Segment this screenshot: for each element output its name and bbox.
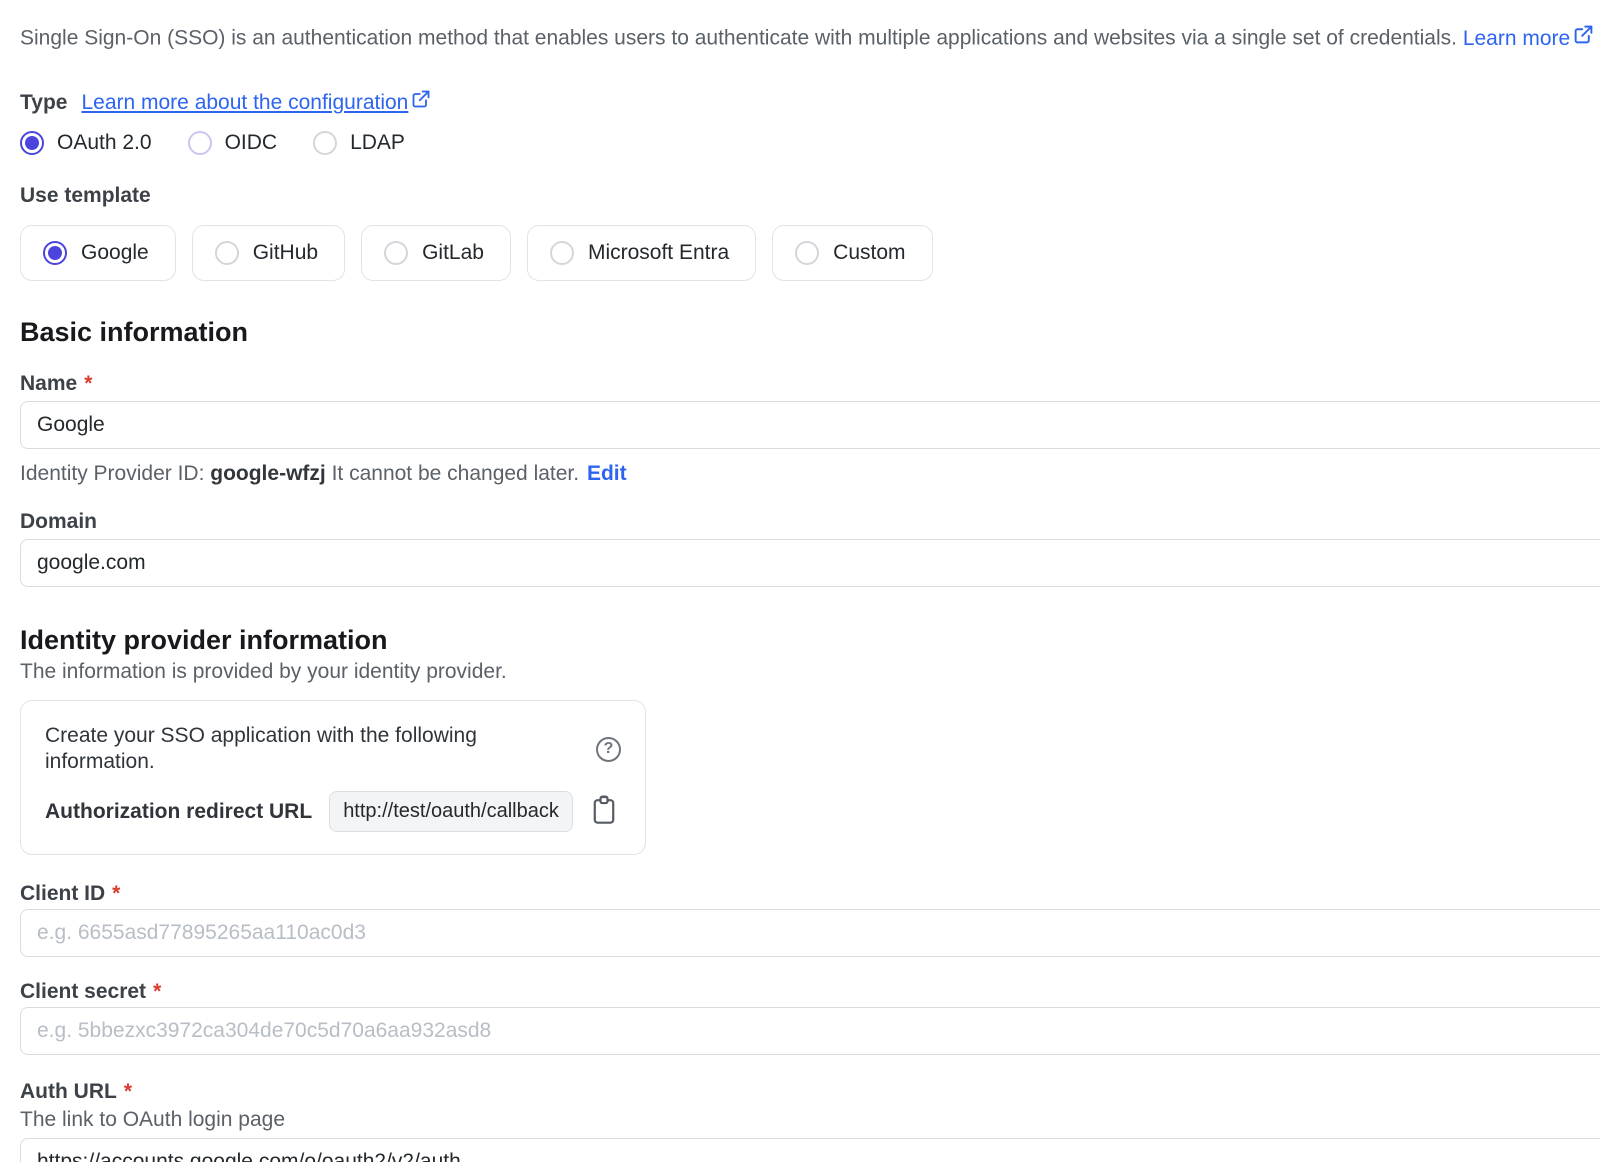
info-card-instruction-row: Create your SSO application with the fol… — [45, 723, 621, 775]
redirect-url-value[interactable]: http://test/oauth/callback — [329, 791, 573, 832]
clipboard-icon — [590, 795, 618, 828]
auth-url-label-text: Auth URL — [20, 1079, 117, 1105]
auth-url-input[interactable] — [20, 1138, 1600, 1162]
auth-url-helper: The link to OAuth login page — [20, 1107, 1600, 1133]
radio-label: LDAP — [350, 131, 405, 155]
idp-information-subtitle: The information is provided by your iden… — [20, 659, 1600, 685]
external-link-icon — [411, 89, 431, 117]
template-card-label: Microsoft Entra — [588, 241, 729, 265]
radio-unselected-icon — [215, 241, 239, 265]
identity-provider-id-line: Identity Provider ID: google-wfzj It can… — [20, 461, 1600, 487]
client-secret-input[interactable] — [20, 1007, 1600, 1055]
template-card-label: Google — [81, 241, 149, 265]
info-card-instruction: Create your SSO application with the fol… — [45, 723, 584, 775]
client-id-label-text: Client ID — [20, 881, 105, 907]
radio-option-oauth2[interactable]: OAuth 2.0 — [20, 131, 152, 155]
radio-selected-icon[interactable] — [20, 131, 44, 155]
radio-option-ldap[interactable]: LDAP — [313, 131, 405, 155]
required-asterisk: * — [84, 371, 92, 397]
template-card-github[interactable]: GitHub — [192, 225, 345, 281]
sso-description: Single Sign-On (SSO) is an authenticatio… — [20, 24, 1600, 53]
radio-unselected-icon[interactable] — [313, 131, 337, 155]
name-label-text: Name — [20, 371, 77, 397]
sso-description-text: Single Sign-On (SSO) is an authenticatio… — [20, 27, 1457, 50]
redirect-url-row: Authorization redirect URL http://test/o… — [45, 791, 621, 832]
required-asterisk: * — [124, 1079, 132, 1105]
idp-id-suffix: It cannot be changed later. — [332, 462, 580, 485]
redirect-url-label: Authorization redirect URL — [45, 800, 312, 824]
template-card-label: Custom — [833, 241, 905, 265]
learn-more-link[interactable]: Learn more — [1463, 24, 1594, 53]
required-asterisk: * — [153, 979, 161, 1005]
template-card-label: GitHub — [253, 241, 318, 265]
use-template-label: Use template — [20, 183, 1600, 209]
client-secret-label-text: Client secret — [20, 979, 146, 1005]
type-label: Type — [20, 90, 67, 116]
radio-option-oidc[interactable]: OIDC — [188, 131, 278, 155]
radio-unselected-icon[interactable] — [188, 131, 212, 155]
client-id-input[interactable] — [20, 909, 1600, 957]
domain-label: Domain — [20, 509, 1600, 535]
help-icon[interactable]: ? — [596, 737, 621, 762]
template-card-gitlab[interactable]: GitLab — [361, 225, 511, 281]
radio-unselected-icon — [384, 241, 408, 265]
template-card-custom[interactable]: Custom — [772, 225, 932, 281]
radio-selected-icon — [43, 241, 67, 265]
idp-id-prefix: Identity Provider ID: — [20, 462, 204, 485]
learn-more-label: Learn more — [1463, 25, 1570, 53]
idp-id-value: google-wfzj — [210, 462, 325, 485]
template-card-microsoft-entra[interactable]: Microsoft Entra — [527, 225, 756, 281]
auth-url-label: Auth URL * — [20, 1079, 1600, 1105]
external-link-icon — [1573, 24, 1594, 53]
name-input[interactable] — [20, 401, 1600, 449]
template-card-google[interactable]: Google — [20, 225, 176, 281]
copy-button[interactable] — [590, 795, 618, 828]
edit-link[interactable]: Edit — [587, 462, 627, 485]
name-label: Name * — [20, 371, 1600, 397]
basic-information-heading: Basic information — [20, 315, 1600, 349]
config-doc-link-label: Learn more about the configuration — [81, 89, 408, 117]
idp-information-heading: Identity provider information — [20, 623, 1600, 657]
template-card-label: GitLab — [422, 241, 484, 265]
client-secret-label: Client secret * — [20, 979, 1600, 1005]
sso-connector-form: Single Sign-On (SSO) is an authenticatio… — [0, 0, 1600, 1162]
radio-label: OIDC — [225, 131, 278, 155]
type-radio-group: OAuth 2.0 OIDC LDAP — [20, 131, 1600, 155]
required-asterisk: * — [112, 881, 120, 907]
template-card-group: Google GitHub GitLab Microsoft Entra Cus… — [20, 225, 1600, 281]
radio-unselected-icon — [550, 241, 574, 265]
type-row: Type Learn more about the configuration — [20, 89, 1600, 117]
radio-unselected-icon — [795, 241, 819, 265]
domain-label-text: Domain — [20, 509, 97, 535]
config-doc-link[interactable]: Learn more about the configuration — [81, 89, 431, 117]
sso-application-info-card: Create your SSO application with the fol… — [20, 700, 646, 855]
domain-input[interactable] — [20, 539, 1600, 587]
client-id-label: Client ID * — [20, 881, 1600, 907]
radio-label: OAuth 2.0 — [57, 131, 152, 155]
